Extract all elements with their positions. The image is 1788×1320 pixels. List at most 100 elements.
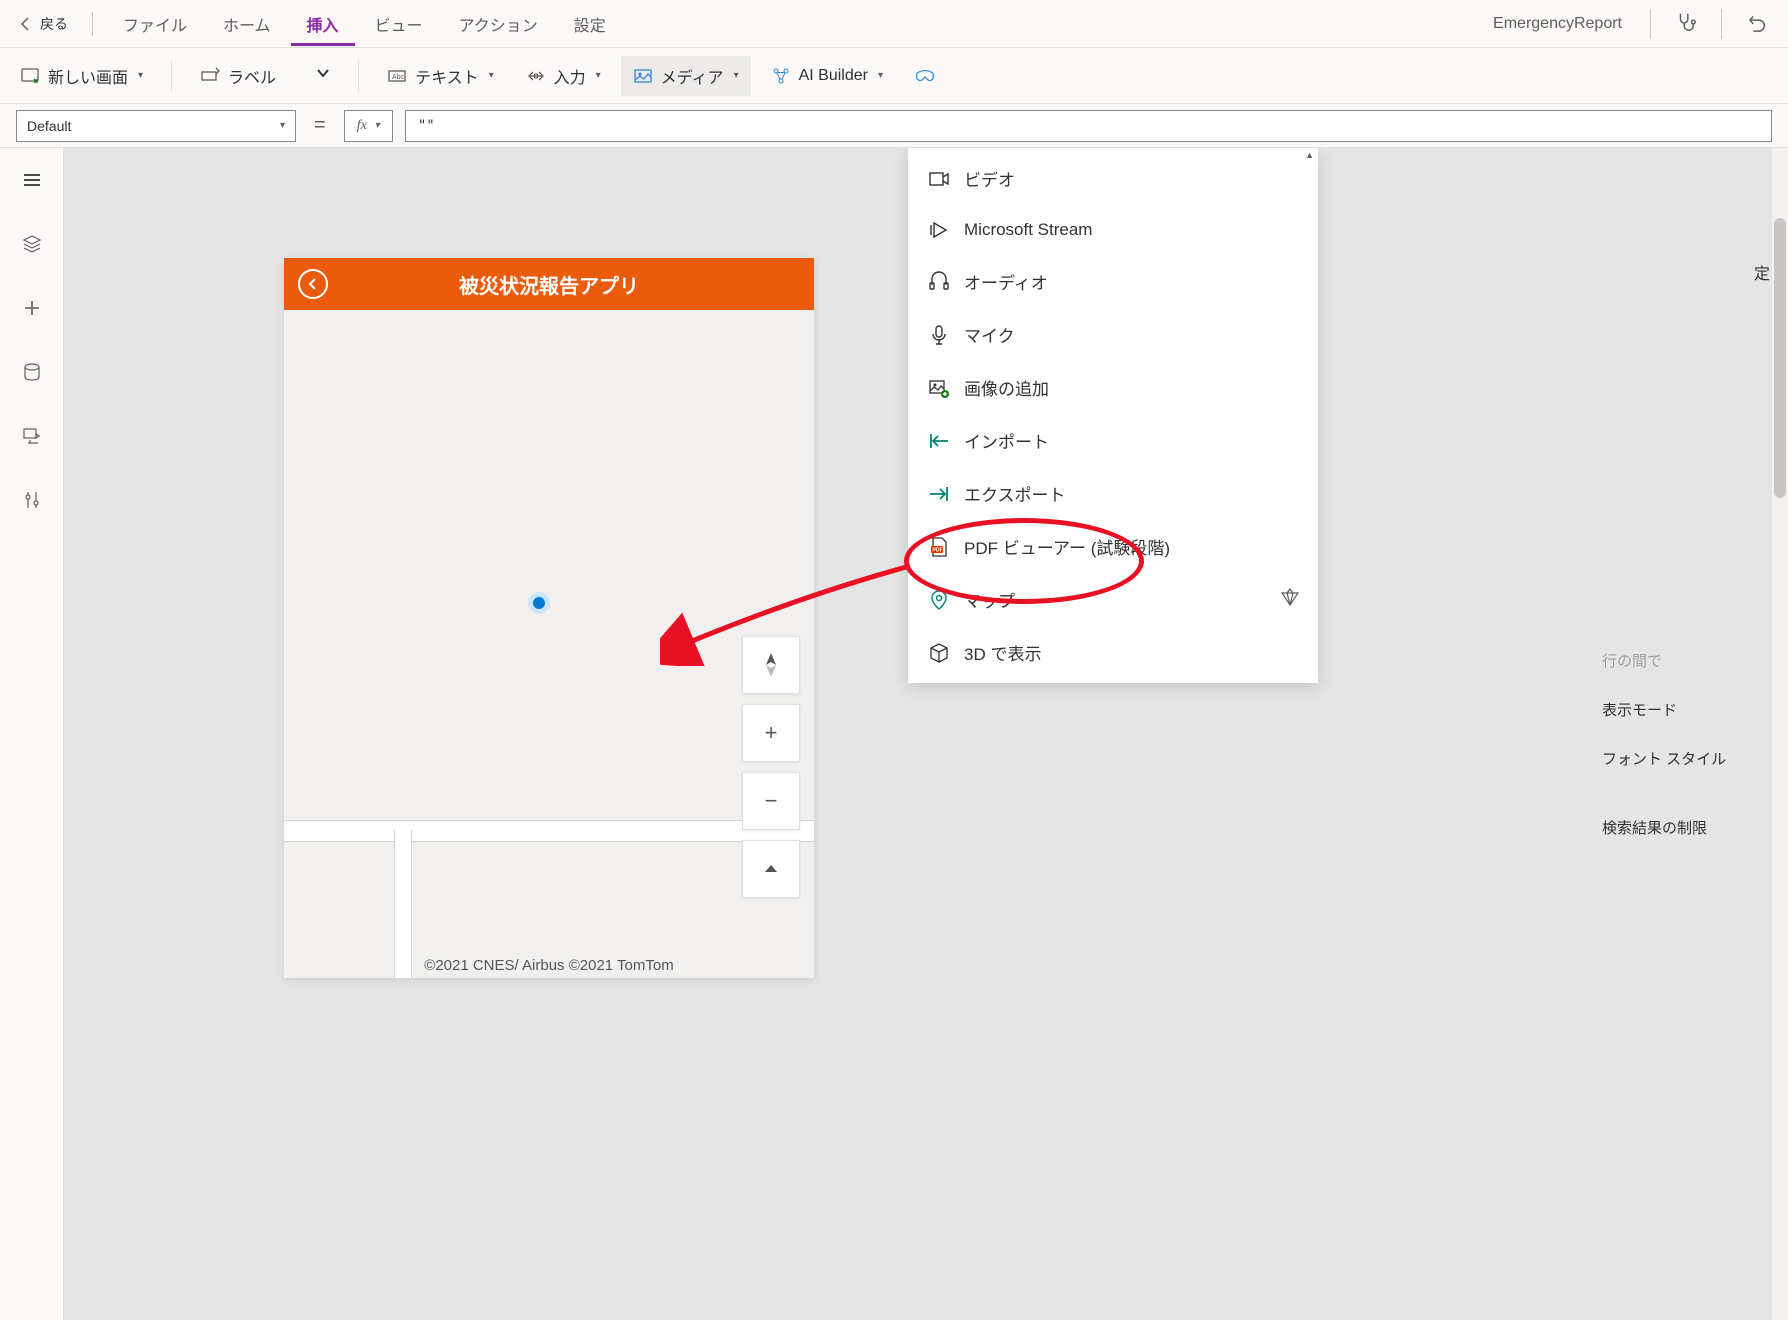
menu-insert[interactable]: 挿入 xyxy=(291,2,355,46)
equals-sign: = xyxy=(308,114,332,137)
dd-stream[interactable]: Microsoft Stream xyxy=(908,205,1318,255)
dd-add-image[interactable]: 画像の追加 xyxy=(908,361,1318,414)
menu-action[interactable]: アクション xyxy=(443,2,554,46)
new-screen-button[interactable]: 新しい画面 ▾ xyxy=(8,56,155,96)
map-compass-button[interactable] xyxy=(742,636,800,694)
chevron-down-icon: ▾ xyxy=(138,70,143,81)
mixed-reality-button[interactable] xyxy=(903,58,939,94)
text-icon: Abc xyxy=(387,66,407,86)
dd-mic[interactable]: マイク xyxy=(908,308,1318,361)
health-icon[interactable] xyxy=(1663,3,1709,44)
back-button[interactable]: 戻る xyxy=(8,8,78,40)
fx-button[interactable]: fx ▾ xyxy=(344,110,393,142)
separator xyxy=(1650,9,1651,39)
phone-canvas[interactable]: 被災状況報告アプリ + − ©2021 CNES/ Airbus ©2021 T… xyxy=(284,258,814,978)
tree-view-button[interactable] xyxy=(12,224,52,264)
map-zoom-out-button[interactable]: − xyxy=(742,772,800,830)
label-icon xyxy=(200,66,220,86)
formula-bar: Default ▾ = fx ▾ "" xyxy=(0,104,1788,148)
dd-label: マイク xyxy=(964,322,1015,347)
scrollbar-thumb[interactable] xyxy=(1774,218,1786,498)
dd-label: ビデオ xyxy=(964,166,1015,191)
right-panel-search-limit: 検索結果の制限 xyxy=(1602,817,1772,838)
formula-value: "" xyxy=(418,118,435,134)
cube-icon xyxy=(928,642,950,664)
label-button[interactable]: ラベル xyxy=(188,56,342,96)
database-icon xyxy=(22,362,42,382)
video-icon xyxy=(928,168,950,190)
undo-button[interactable] xyxy=(1734,3,1780,44)
chevron-down-icon: ▾ xyxy=(489,70,494,81)
ai-builder-label: AI Builder xyxy=(799,67,868,85)
new-screen-label: 新しい画面 xyxy=(48,64,128,88)
chevron-down-icon: ▾ xyxy=(280,120,285,131)
dd-label: マップ xyxy=(964,587,1015,612)
right-panel-partial: 行の間で 表示モード フォント スタイル 検索結果の制限 xyxy=(1602,668,1772,838)
hamburger-icon xyxy=(22,170,42,190)
svg-text:PDF: PDF xyxy=(933,547,943,553)
separator xyxy=(358,60,359,92)
chevron-down-icon: ▾ xyxy=(596,70,601,81)
right-panel-tab-partial: 定 xyxy=(1754,260,1770,284)
property-selector[interactable]: Default ▾ xyxy=(16,110,296,142)
separator xyxy=(171,60,172,92)
mic-icon xyxy=(928,324,950,346)
map-road xyxy=(284,820,814,842)
audio-icon xyxy=(928,271,950,293)
screen-icon xyxy=(20,66,40,86)
export-icon xyxy=(928,483,950,505)
ai-builder-button[interactable]: AI Builder ▾ xyxy=(759,58,895,94)
phone-back-button[interactable] xyxy=(298,269,328,299)
dd-label: 画像の追加 xyxy=(964,375,1049,400)
dd-label: エクスポート xyxy=(964,481,1066,506)
chevron-down-icon: ▾ xyxy=(734,70,739,81)
pdf-icon: PDF xyxy=(928,536,950,558)
map-road xyxy=(394,830,412,978)
map-controls: + − xyxy=(742,636,800,898)
insert-button[interactable] xyxy=(12,288,52,328)
media-panel-button[interactable] xyxy=(12,416,52,456)
ai-icon xyxy=(771,66,791,86)
dd-import[interactable]: インポート xyxy=(908,414,1318,467)
menu-home[interactable]: ホーム xyxy=(207,2,287,46)
svg-text:Abc: Abc xyxy=(392,74,405,81)
input-button[interactable]: 入力 ▾ xyxy=(514,56,613,96)
data-button[interactable] xyxy=(12,352,52,392)
media-dropdown: ▲ ビデオ Microsoft Stream オーディオ マイク 画像の追加 xyxy=(908,148,1318,683)
chevron-down-icon: ▾ xyxy=(878,70,883,81)
compass-icon xyxy=(762,652,780,678)
dd-audio[interactable]: オーディオ xyxy=(908,255,1318,308)
dd-label: PDF ビューアー (試験段階) xyxy=(964,534,1170,559)
canvas-area[interactable]: 被災状況報告アプリ + − ©2021 CNES/ Airbus ©2021 T… xyxy=(64,148,1788,1320)
vertical-scrollbar[interactable] xyxy=(1772,148,1788,1320)
dd-3d[interactable]: 3D で表示 xyxy=(908,626,1318,679)
tilt-icon xyxy=(761,862,781,876)
menu-file[interactable]: ファイル xyxy=(107,2,203,46)
plus-icon xyxy=(22,298,42,318)
fx-icon: fx xyxy=(357,118,367,134)
tools-button[interactable] xyxy=(12,480,52,520)
map-location-marker xyxy=(528,592,550,614)
dd-label: インポート xyxy=(964,428,1049,453)
stethoscope-icon xyxy=(1675,11,1697,33)
formula-input[interactable]: "" xyxy=(405,110,1772,142)
hamburger-button[interactable] xyxy=(12,160,52,200)
input-btn-label: 入力 xyxy=(554,64,586,88)
map-control[interactable]: + − ©2021 CNES/ Airbus ©2021 TomTom xyxy=(284,310,814,978)
map-zoom-in-button[interactable]: + xyxy=(742,704,800,762)
menu-view[interactable]: ビュー xyxy=(359,2,439,46)
media-button[interactable]: メディア ▾ xyxy=(621,56,751,96)
dd-export[interactable]: エクスポート xyxy=(908,467,1318,520)
menu-settings[interactable]: 設定 xyxy=(558,2,622,46)
dd-pdf-viewer[interactable]: PDF PDF ビューアー (試験段階) xyxy=(908,520,1318,573)
premium-badge-icon xyxy=(1280,587,1300,612)
map-tilt-button[interactable] xyxy=(742,840,800,898)
text-button[interactable]: Abc テキスト ▾ xyxy=(375,56,506,96)
media-panel-icon xyxy=(22,426,42,446)
tools-icon xyxy=(22,490,42,510)
chevron-down-icon: ▾ xyxy=(375,120,380,131)
dd-video[interactable]: ビデオ xyxy=(908,152,1318,205)
label-btn-label: ラベル xyxy=(228,64,276,88)
map-icon xyxy=(928,589,950,611)
dd-map[interactable]: マップ xyxy=(908,573,1318,626)
